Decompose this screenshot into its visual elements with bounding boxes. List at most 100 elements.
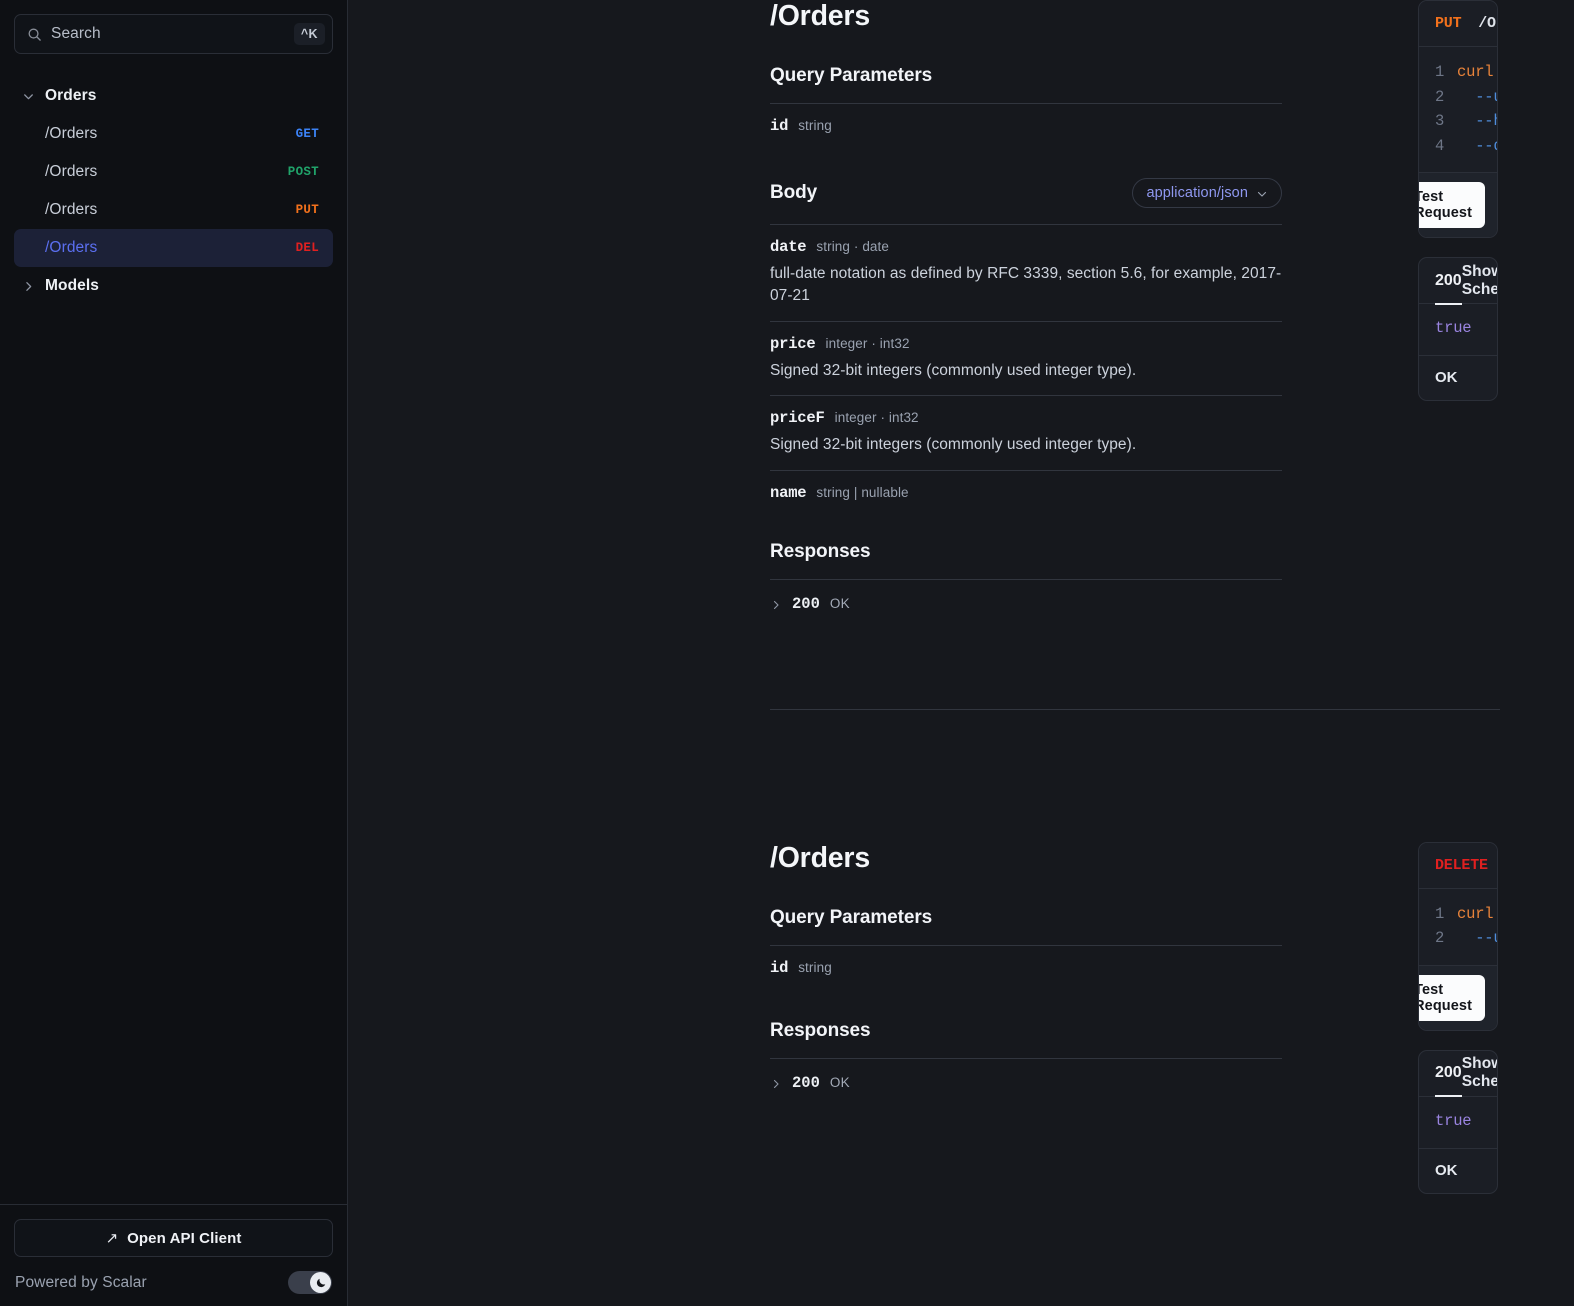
powered-by-label: Powered by Scalar [15, 1273, 147, 1291]
body-field-row: priceF integer · int32 Signed 32-bit int… [770, 396, 1282, 469]
test-request-button[interactable]: Test Request [1419, 182, 1485, 228]
response-preview-code-tab[interactable]: 200 [1435, 1051, 1462, 1098]
sidebar: Search ^K Orders /Orders GET /Orders POS… [0, 0, 348, 1306]
response-preview-card: 200 Show Schema true OK [1418, 1049, 1498, 1194]
body-field-description: full-date notation as defined by RFC 333… [770, 265, 1282, 305]
body-field-type: string · date [816, 239, 889, 254]
chevron-down-icon [1256, 187, 1268, 199]
show-schema-label: Show Schema [1461, 1055, 1497, 1091]
response-preview-body: true [1419, 304, 1497, 356]
main-content: /Orders Query Parameters id string Body a… [348, 0, 1574, 1306]
sidebar-item-post-orders[interactable]: /Orders POST [14, 153, 333, 191]
body-field-name: name [770, 483, 807, 502]
operation-code-panel: DELETE /Orders Shell cURL 1curl --reques… [1362, 841, 1574, 1194]
sidebar-group-label: Models [45, 277, 99, 294]
api-reference-page: Search ^K Orders /Orders GET /Orders POS… [0, 0, 1574, 1306]
response-preview-status: OK [1435, 369, 1458, 386]
line-number: 2 [1435, 87, 1445, 106]
test-request-button[interactable]: Test Request [1418, 974, 1485, 1021]
body-field-type: string | nullable [816, 484, 909, 500]
responses-heading: Responses [770, 1019, 871, 1041]
sidebar-item-method-badge: POST [287, 165, 319, 179]
responses-heading: Responses [770, 540, 871, 562]
response-code: 200 [792, 1073, 820, 1092]
code-line: 2 --url http://localhost:5137/Orders \ [1419, 85, 1497, 110]
response-preview-header: 200 Show Schema [1419, 1051, 1497, 1098]
open-api-client-button[interactable]: ↗ Open API Client [14, 1219, 333, 1257]
content-type-value: application/json [1146, 185, 1248, 201]
code-line: 1curl --request PUT \ [1419, 60, 1497, 85]
operation-section: /Orders Query Parameters id string Body a… [348, 0, 1574, 613]
sidebar-item-method-badge: GET [295, 127, 319, 141]
code-card-path: /Orders [1478, 15, 1497, 32]
parameter-type: string [798, 959, 832, 975]
sidebar-item-path: /Orders [45, 201, 98, 218]
sidebar-footer: ↗ Open API Client Powered by Scalar [0, 1204, 347, 1306]
show-schema-toggle[interactable]: Show Schema [1461, 262, 1497, 299]
code-card-title: PUT /Orders [1435, 15, 1497, 32]
operation-details: /Orders Query Parameters id string Respon… [348, 842, 1362, 1194]
body-header-row: Body application/json [770, 178, 1282, 208]
sidebar-item-path: /Orders [45, 125, 98, 142]
operation-code-panel: PUT /Orders Shell cURL 1curl --request P… [1362, 0, 1574, 613]
response-preview-value: true [1435, 319, 1472, 337]
line-number: 1 [1435, 63, 1445, 81]
sidebar-item-del-orders[interactable]: /Orders DEL [14, 229, 333, 267]
parameter-row: id string [770, 104, 1282, 148]
theme-toggle[interactable] [288, 1271, 332, 1294]
code-card-method: DELETE [1435, 856, 1488, 874]
response-code: 200 [792, 594, 820, 613]
content-type-dropdown[interactable]: application/json [1132, 178, 1282, 208]
code-card-footer: Test Request [1419, 172, 1497, 237]
query-parameters-heading: Query Parameters [770, 906, 933, 928]
body-field-description: Signed 32-bit integers (commonly used in… [770, 436, 1137, 454]
response-preview-status: OK [1435, 1161, 1458, 1179]
body-field-row: date string · date full-date notation as… [770, 225, 1282, 321]
open-api-client-label: Open API Client [127, 1229, 242, 1247]
show-schema-label: Show Schema [1461, 262, 1497, 298]
sidebar-nav: Orders /Orders GET /Orders POST /Orders … [0, 77, 347, 305]
sidebar-group-label: Orders [45, 87, 97, 104]
search-shortcut-badge: ^K [293, 22, 325, 46]
chevron-right-icon [22, 280, 35, 293]
parameter-name: id [770, 958, 789, 977]
response-row[interactable]: 200 OK [770, 580, 1282, 613]
sidebar-item-get-orders[interactable]: /Orders GET [14, 115, 333, 153]
chevron-down-icon [22, 90, 35, 103]
operation-section: /Orders Query Parameters id string Respon… [348, 814, 1574, 1194]
code-card-method: PUT [1435, 15, 1462, 32]
body-field-name: date [770, 238, 807, 256]
code-card-title: DELETE /Orders [1435, 856, 1497, 874]
code-line: 4 --data '{}' [1419, 134, 1497, 159]
response-status-text: OK [829, 596, 850, 612]
test-request-label: Test Request [1418, 981, 1473, 1014]
sidebar-group-orders[interactable]: Orders [0, 77, 347, 115]
request-code-card: DELETE /Orders Shell cURL 1curl --reques… [1418, 841, 1498, 1031]
code-card-footer: Test Request [1418, 964, 1497, 1030]
show-schema-toggle[interactable]: Show Schema [1461, 1055, 1497, 1091]
response-preview-value: true [1435, 1111, 1472, 1130]
body-field-description: Signed 32-bit integers (commonly used in… [770, 361, 1137, 379]
response-row[interactable]: 200 OK [770, 1059, 1282, 1092]
external-link-arrow-icon: ↗ [105, 1229, 119, 1247]
code-line: 3 --header 'Content-Type: application/js… [1419, 109, 1497, 134]
body-field-type: integer · int32 [834, 410, 919, 426]
response-status-text: OK [829, 1075, 850, 1091]
code-block: 1curl --request PUT \2 --url http://loca… [1419, 47, 1497, 172]
operation-title: /Orders [770, 841, 870, 874]
response-preview-code-tab[interactable]: 200 [1435, 258, 1462, 305]
sidebar-group-models[interactable]: Models [0, 267, 347, 305]
request-code-card: PUT /Orders Shell cURL 1curl --request P… [1418, 0, 1498, 238]
search-input[interactable]: Search ^K [14, 14, 333, 54]
code-line: 2 --url http://localhost:5137/Orders [1419, 926, 1497, 951]
sidebar-item-put-orders[interactable]: /Orders PUT [14, 191, 333, 229]
search-placeholder: Search [51, 25, 101, 42]
code-card-header: PUT /Orders Shell cURL [1419, 1, 1497, 47]
sidebar-item-method-badge: PUT [295, 203, 319, 217]
search-icon [27, 27, 42, 42]
chevron-right-icon [770, 598, 782, 610]
parameter-row: id string [770, 946, 1282, 990]
line-number: 2 [1435, 929, 1445, 948]
line-number: 3 [1435, 112, 1445, 130]
code-line: 1curl --request DELETE \ [1419, 902, 1497, 927]
